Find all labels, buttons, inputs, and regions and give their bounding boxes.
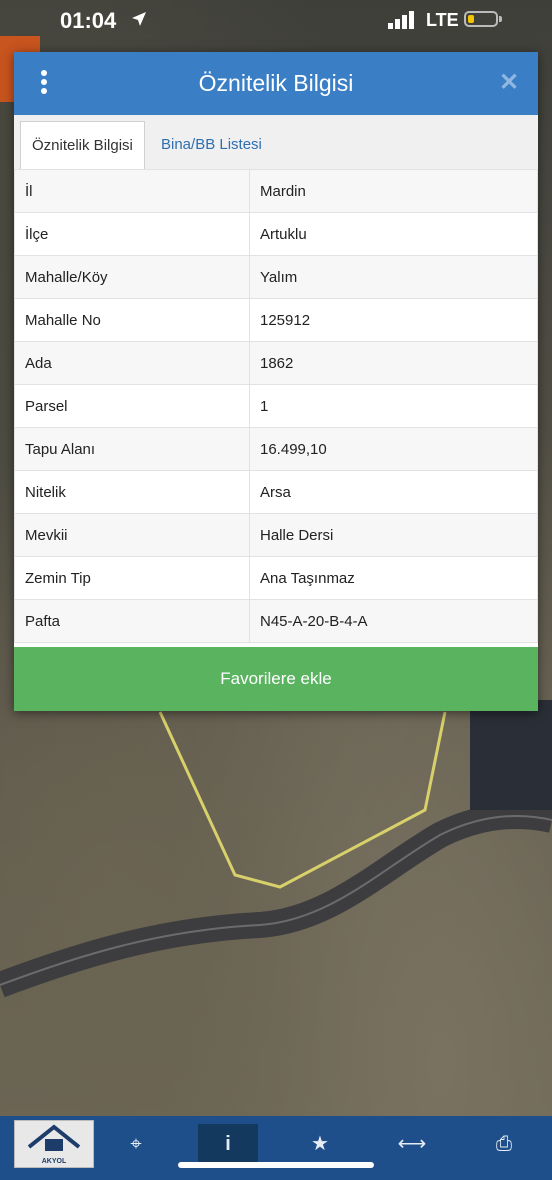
- print-button[interactable]: ⎙: [474, 1124, 534, 1164]
- network-label: LTE: [426, 10, 459, 30]
- road: [0, 802, 552, 998]
- battery-icon: [464, 11, 498, 27]
- row-value: N45-A-20-B-4-A: [249, 599, 538, 643]
- table-row: İl Mardin: [14, 169, 538, 213]
- table-row: Nitelik Arsa: [14, 470, 538, 514]
- location-arrow-icon: [132, 12, 146, 26]
- home-indicator[interactable]: [178, 1162, 374, 1168]
- company-logo: AKYOL: [14, 1120, 94, 1168]
- row-key: İl: [14, 169, 250, 213]
- info-button[interactable]: i: [198, 1124, 258, 1164]
- status-time: 01:04: [60, 8, 117, 33]
- table-row: Zemin Tip Ana Taşınmaz: [14, 556, 538, 600]
- table-row: Pafta N45-A-20-B-4-A: [14, 599, 538, 643]
- tab-building-list[interactable]: Bina/BB Listesi: [150, 121, 273, 169]
- row-key: İlçe: [14, 212, 250, 256]
- row-value: Ana Taşınmaz: [249, 556, 538, 600]
- row-key: Mahalle/Köy: [14, 255, 250, 299]
- row-value: 1862: [249, 341, 538, 385]
- measure-button[interactable]: ⟷: [382, 1124, 442, 1164]
- row-key: Parsel: [14, 384, 250, 428]
- row-value: Yalım: [249, 255, 538, 299]
- attribute-dialog: Öznitelik Bilgisi ✕ Öznitelik Bilgisi Bi…: [14, 52, 538, 711]
- close-icon[interactable]: ✕: [494, 68, 524, 98]
- row-value: Mardin: [249, 169, 538, 213]
- print-icon: ⎙: [496, 1133, 512, 1155]
- row-key: Tapu Alanı: [14, 427, 250, 471]
- locate-button[interactable]: ⌖: [106, 1124, 166, 1164]
- row-key: Ada: [14, 341, 250, 385]
- crosshair-icon: ⌖: [130, 1133, 142, 1155]
- dialog-title: Öznitelik Bilgisi: [198, 70, 354, 96]
- add-favorites-button[interactable]: Favorilere ekle: [14, 647, 538, 711]
- row-key: Zemin Tip: [14, 556, 250, 600]
- tab-attribute-info[interactable]: Öznitelik Bilgisi: [20, 121, 145, 169]
- table-row: Mahalle No 125912: [14, 298, 538, 342]
- table-row: İlçe Artuklu: [14, 212, 538, 256]
- row-key: Mevkii: [14, 513, 250, 557]
- row-value: 1: [249, 384, 538, 428]
- menu-kebab-icon[interactable]: [34, 70, 54, 96]
- dialog-header: Öznitelik Bilgisi ✕: [14, 52, 538, 115]
- signal-icon: [388, 11, 414, 29]
- info-icon: i: [225, 1133, 231, 1155]
- row-key: Nitelik: [14, 470, 250, 514]
- row-value: 125912: [249, 298, 538, 342]
- table-row: Ada 1862: [14, 341, 538, 385]
- table-row: Parsel 1: [14, 384, 538, 428]
- table-row: Mevkii Halle Dersi: [14, 513, 538, 557]
- row-value: Arsa: [249, 470, 538, 514]
- star-icon: ★: [311, 1133, 329, 1155]
- bottom-toolbar: AKYOL ⌖ i ★ ⟷ ⎙: [0, 1116, 552, 1180]
- status-bar: 01:04 LTE: [0, 0, 552, 42]
- building-roof: [470, 700, 552, 810]
- row-key: Mahalle No: [14, 298, 250, 342]
- tab-bar: Öznitelik Bilgisi Bina/BB Listesi: [14, 115, 538, 170]
- measure-icon: ⟷: [397, 1133, 427, 1155]
- table-row: Tapu Alanı 16.499,10: [14, 427, 538, 471]
- house-logo-icon: [27, 1124, 81, 1151]
- row-value: Artuklu: [249, 212, 538, 256]
- table-row: Mahalle/Köy Yalım: [14, 255, 538, 299]
- row-value: Halle Dersi: [249, 513, 538, 557]
- favorites-button[interactable]: ★: [290, 1124, 350, 1164]
- row-key: Pafta: [14, 599, 250, 643]
- logo-text: AKYOL: [41, 1158, 67, 1165]
- row-value: 16.499,10: [249, 427, 538, 471]
- attribute-table: İl Mardin İlçe Artuklu Mahalle/Köy Yalım Ma…: [14, 169, 538, 643]
